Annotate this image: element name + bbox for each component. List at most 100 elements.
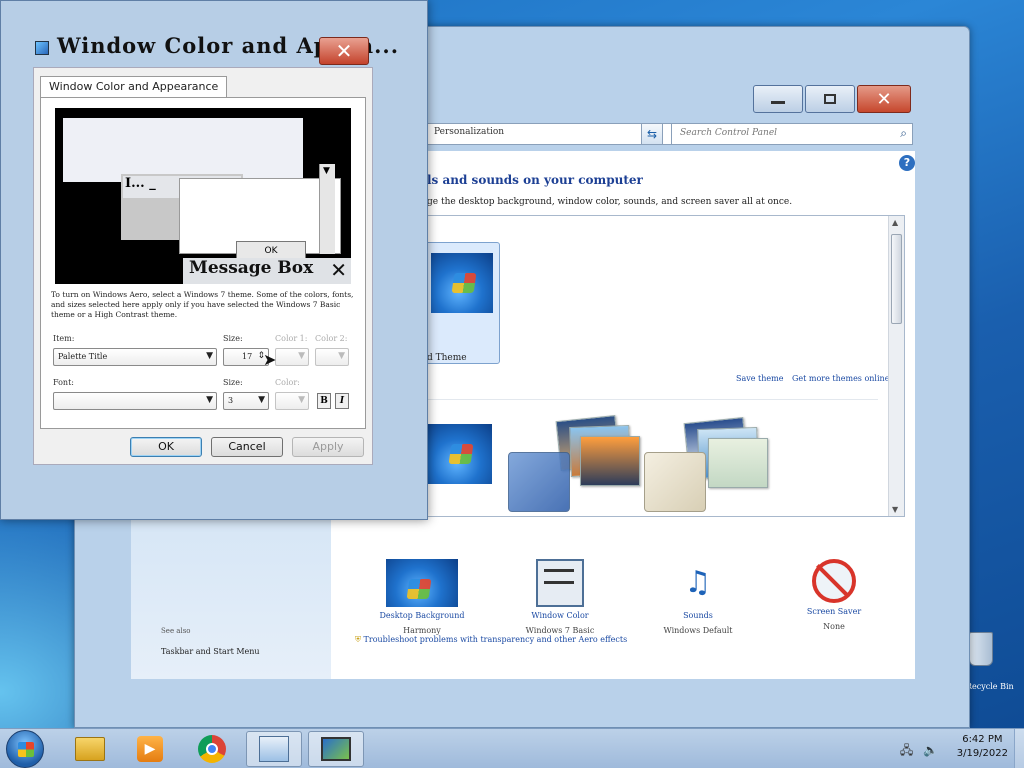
theme-list[interactable]: d Theme Save theme Get more themes onlin… [427,215,905,517]
font-label: Font: [53,378,74,387]
refresh-button[interactable]: ⇆ [641,123,663,145]
clock-date: 3/19/2022 [956,748,1008,759]
taskbar-control-panel-button[interactable] [246,731,302,767]
theme-color-swatch-blue [508,452,570,512]
close-icon: ✕ [876,88,892,110]
bold-button[interactable]: B [317,393,331,409]
font-select[interactable]: ▼ [53,392,217,410]
window-color-icon [536,559,584,607]
taskbar-display-button[interactable] [308,731,364,767]
taskbar: ▶ 🖧 🔈 6:42 PM 3/19/2022 [0,728,1024,768]
theme-list-scrollbar[interactable]: ▲ ▼ [888,216,904,516]
chrome-icon [198,735,226,763]
desktop-background-label: Desktop Background [379,611,465,620]
taskbar-explorer-button[interactable] [62,731,118,767]
dialog-close-button[interactable]: ✕ [319,37,369,65]
chevron-down-icon: ▼ [206,351,213,361]
aero-description: To turn on Windows Aero, select a Window… [51,290,354,319]
maximize-button[interactable] [805,85,855,113]
chevron-down-icon: ▼ [206,395,213,405]
preview-inactive-window [63,118,303,182]
color2-picker[interactable]: ▼ [315,348,349,366]
minimize-icon [771,100,785,104]
show-desktop-button[interactable] [1014,729,1024,768]
size-label: Size: [223,334,243,343]
theme-nature-image-3 [708,438,768,488]
chevron-down-icon: ▼ [298,351,305,361]
minimize-button[interactable] [753,85,803,113]
color1-label: Color 1: [275,334,308,343]
clock-time: 6:42 PM [962,734,1003,745]
apply-button[interactable]: Apply [292,437,364,457]
start-button[interactable] [6,730,44,768]
window-color-item[interactable]: Window Color Windows 7 Basic [505,559,615,635]
sounds-item[interactable]: ♫ Sounds Windows Default [643,559,753,635]
taskbar-media-player-button[interactable]: ▶ [122,731,178,767]
save-theme-link[interactable]: Save theme [736,374,783,383]
item-label: Item: [53,334,75,343]
desktop-background-item[interactable]: Desktop Background Harmony [367,559,477,635]
font-color-picker[interactable]: ▼ [275,392,309,410]
theme-windows7-thumbnail[interactable] [428,424,492,484]
size-value: 17 [242,352,253,361]
media-player-icon: ▶ [137,736,163,762]
clock[interactable]: 6:42 PM 3/19/2022 [957,733,1008,761]
preview-message-box-title: Message Box ✕ [183,258,351,284]
screen-saver-icon-slash [816,564,850,598]
window-color-value: Windows 7 Basic [525,626,595,635]
search-icon[interactable]: ⌕ [900,126,907,141]
theme-color-swatch-beige [644,452,706,512]
help-icon[interactable]: ? [899,155,915,171]
search-input[interactable]: Search Control Panel ⌕ [671,123,913,145]
scroll-thumb[interactable] [891,234,902,324]
taskbar-start-menu-link[interactable]: Taskbar and Start Menu [161,647,260,656]
chevron-down-icon: ▼ [258,395,265,405]
selected-theme-tile[interactable]: d Theme [428,242,500,364]
appearance-preview[interactable]: I... _ OK Message Box ✕ ▼ [55,108,351,284]
preview-scroll-down-icon: ▼ [323,166,330,176]
color2-label: Color 2: [315,334,348,343]
window-controls: ✕ [753,85,911,113]
scroll-down-icon[interactable]: ▼ [892,505,898,514]
color1-picker[interactable]: ▼ [275,348,309,366]
italic-button[interactable]: I [335,393,349,409]
get-more-themes-link[interactable]: Get more themes online [792,374,889,383]
tab-window-color-appearance[interactable]: Window Color and Appearance [40,76,228,98]
page-title: ls and sounds on your computer [427,173,643,187]
screen-saver-label: Screen Saver [806,607,862,616]
mouse-cursor-icon: ➤ [263,350,277,369]
font-color-label: Color: [275,378,300,387]
screen-saver-item[interactable]: Screen Saver None [779,559,889,631]
shield-icon: ⛨ [355,635,361,644]
screen-saver-icon [812,559,856,603]
taskbar-chrome-button[interactable] [184,731,240,767]
screen-saver-value: None [823,622,845,631]
troubleshoot-link[interactable]: ⛨ Troubleshoot problems with transparenc… [355,635,627,645]
maximize-icon [824,94,836,104]
item-select-value: Palette Title [58,352,108,361]
close-icon: ✕ [335,39,353,63]
font-size-select[interactable]: 3 ▼ [223,392,269,410]
recycle-bin-icon [969,632,993,666]
tab-panel: I... _ OK Message Box ✕ ▼ To turn on Win… [40,97,366,429]
folder-icon [75,737,105,761]
page-subtitle: ge the desktop background, window color,… [427,197,793,207]
cancel-button[interactable]: Cancel [211,437,283,457]
close-button[interactable]: ✕ [857,85,911,113]
preview-window-title-text: I... [125,176,145,191]
font-size-value: 3 [228,396,234,405]
recycle-bin-desktop-icon[interactable]: Recycle Bin [966,632,1014,691]
desktop-background-value: Harmony [403,626,441,635]
chevron-down-icon: ▼ [298,395,305,405]
troubleshoot-link-text: Troubleshoot problems with transparency … [363,635,628,644]
scroll-up-icon[interactable]: ▲ [892,218,898,227]
breadcrumb: Personalization [434,127,505,137]
recycle-bin-label: Recycle Bin [966,682,1014,691]
ok-button[interactable]: OK [130,437,202,457]
network-icon[interactable]: 🖧 [900,743,913,757]
volume-icon[interactable]: 🔈 [923,743,938,757]
item-select[interactable]: Palette Title ▼ [53,348,217,366]
dialog-app-icon [35,41,49,55]
theme-divider [428,399,878,400]
window-color-appearance-dialog: Window Color and Appea... ✕ Window Color… [0,0,428,520]
